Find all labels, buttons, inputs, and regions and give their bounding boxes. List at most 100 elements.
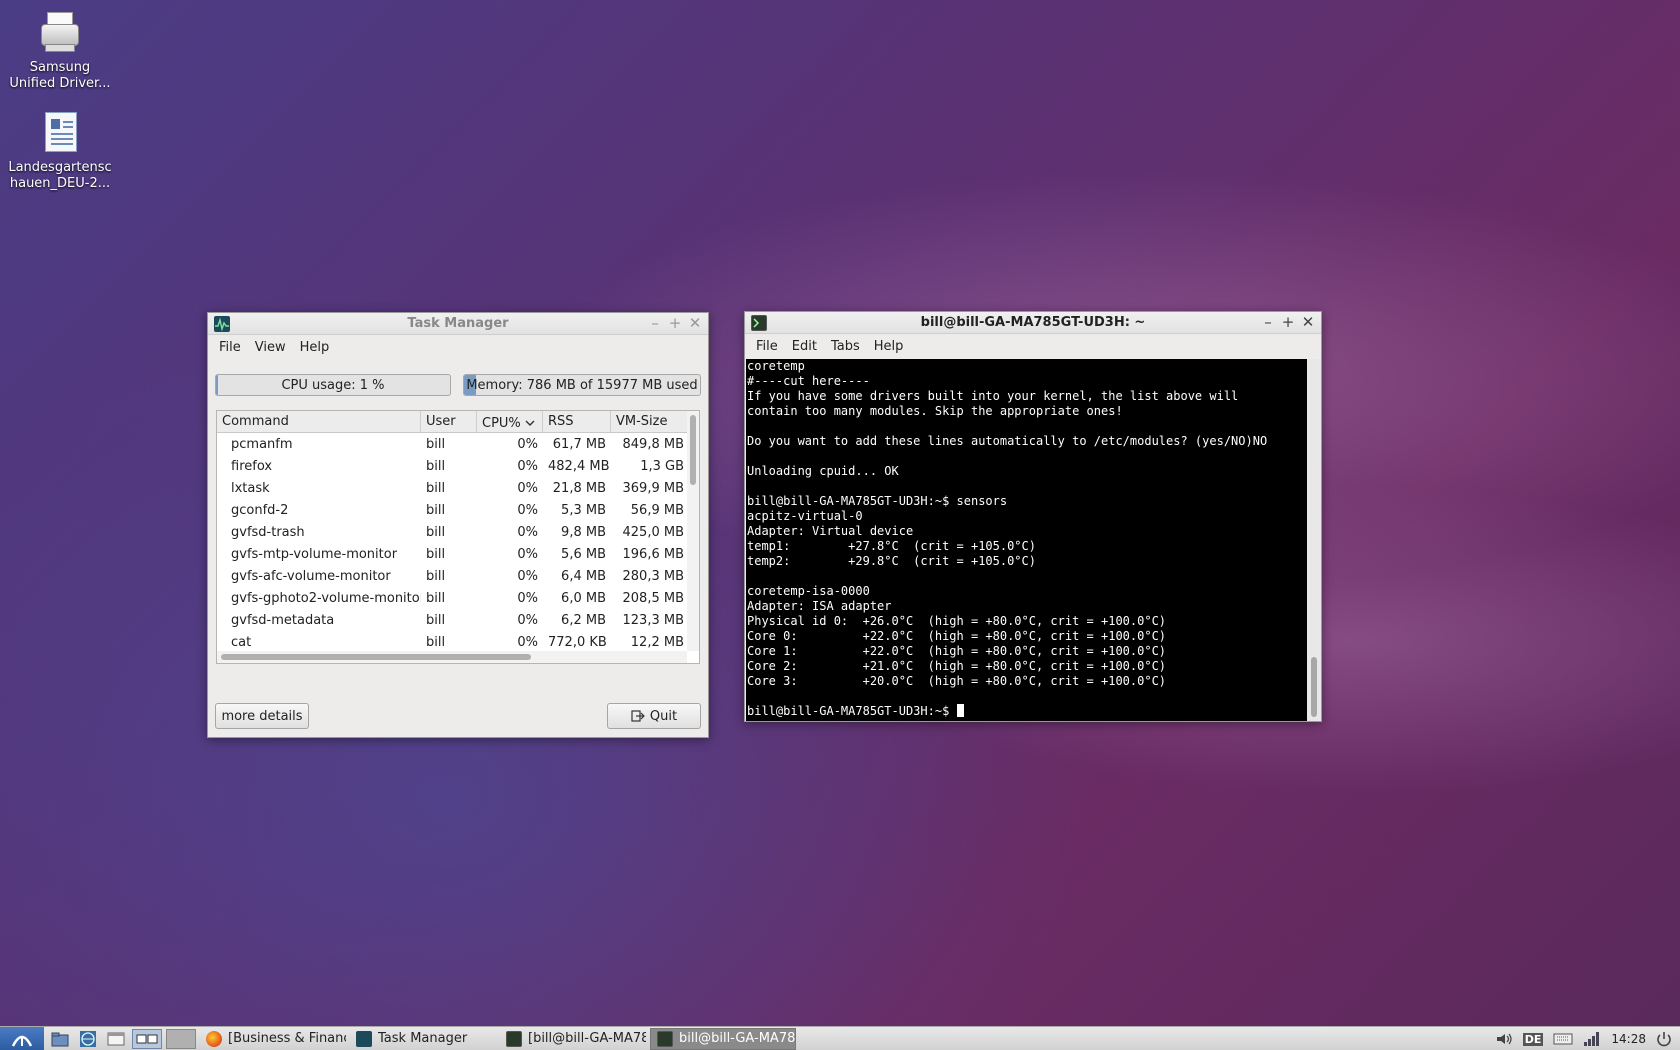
network-icon[interactable] [1583,1031,1601,1047]
cpu-usage-label: CPU usage: 1 % [281,378,385,393]
cell-cpu: 0% [517,458,538,474]
menu-file[interactable]: File [212,340,248,355]
cell-cpu: 0% [517,524,538,540]
more-details-label: more details [221,708,303,724]
cell-vm-size: 123,3 MB [622,612,684,628]
cell-rss: 61,7 MB [552,436,606,452]
column-command[interactable]: Command [217,411,421,432]
taskbar-task-terminal-2[interactable]: bill@bill-GA-MA785... [650,1027,796,1050]
table-row[interactable]: gvfs-mtp-volume-monitor bill 0% 5,6 MB 196,6… [217,543,699,565]
menu-view[interactable]: View [248,340,293,355]
menu-help[interactable]: Help [293,340,337,355]
terminal-line: Core 3: +20.0°C (high = +80.0°C, crit = … [747,674,1167,688]
terminal-line: Core 1: +22.0°C (high = +80.0°C, crit = … [747,644,1167,658]
maximize-icon[interactable]: + [668,314,682,332]
close-icon[interactable]: ✕ [1301,313,1315,331]
desktop-icon-samsung-driver[interactable]: Samsung Unified Driver... [5,10,115,92]
terminal-line: contain too many modules. Skip the appro… [747,404,1123,418]
cell-vm-size: 849,8 MB [622,436,684,452]
taskbar-task-label: Task Manager [378,1031,468,1046]
column-user[interactable]: User [421,411,477,432]
cell-cpu: 0% [517,568,538,584]
menu-edit[interactable]: Edit [785,339,824,354]
vertical-scrollbar[interactable] [687,411,699,651]
menu-tabs[interactable]: Tabs [824,339,867,354]
taskbar-task-terminal-1[interactable]: [bill@bill-GA-MA78... [500,1028,646,1050]
taskbar-task-label: bill@bill-GA-MA785... [679,1031,796,1046]
terminal-icon [506,1030,522,1047]
desktop-icon-label: hauen_DEU-2... [9,176,111,191]
terminal-line: bill@bill-GA-MA785GT-UD3H:~$ sensors [747,494,1008,508]
titlebar[interactable]: bill@bill-GA-MA785GT-UD3H: ~ – + ✕ [745,312,1321,334]
quit-button[interactable]: Quit [607,703,701,729]
table-row[interactable]: gconfd-2 bill 0% 5,3 MB 56,9 MB [217,499,699,521]
column-vm-size[interactable]: VM-Size [611,411,689,432]
document-icon [37,110,83,156]
firefox-icon [206,1030,222,1047]
table-row[interactable]: lxtask bill 0% 21,8 MB 369,9 MB [217,477,699,499]
volume-icon[interactable] [1495,1032,1513,1046]
desktop-icon-label: Landesgartensc [8,160,112,175]
table-row[interactable]: gvfsd-trash bill 0% 9,8 MB 425,0 MB [217,521,699,543]
cell-command: gvfsd-trash [231,524,305,540]
column-rss[interactable]: RSS [543,411,611,432]
menu-help[interactable]: Help [867,339,911,354]
power-icon[interactable] [1656,1031,1672,1047]
terminal-window: bill@bill-GA-MA785GT-UD3H: ~ – + ✕ File … [744,311,1322,722]
table-row[interactable]: gvfs-gphoto2-volume-monitor bill 0% 6,0 MB 2… [217,587,699,609]
terminal-prompt-line: bill@bill-GA-MA785GT-UD3H:~$ [747,704,1307,719]
maximize-icon[interactable]: + [1281,313,1295,331]
table-row[interactable]: gvfs-afc-volume-monitor bill 0% 6,4 MB 280,3… [217,565,699,587]
file-manager-launcher[interactable] [48,1029,72,1049]
horizontal-scrollbar[interactable] [217,651,687,663]
menubar: File View Help [208,335,708,359]
clock[interactable]: 14:28 [1611,1032,1646,1046]
titlebar[interactable]: Task Manager – + ✕ [208,313,708,335]
table-row[interactable]: cat bill 0% 772,0 KB 12,2 MB [217,631,699,653]
table-row[interactable]: pcmanfm bill 0% 61,7 MB 849,8 MB [217,433,699,455]
desktop-icon-label: Samsung [29,60,91,75]
terminal-output[interactable]: coretemp #----cut here---- If you have som… [746,359,1307,721]
cell-vm-size: 12,2 MB [630,634,684,650]
cell-vm-size: 1,3 GB [640,458,684,474]
workspace-1[interactable] [132,1028,162,1049]
start-menu-button[interactable] [0,1026,44,1050]
table-row[interactable]: firefox bill 0% 482,4 MB 1,3 GB [217,455,699,477]
globe-icon [80,1030,96,1047]
browser-launcher[interactable] [76,1029,100,1049]
keyboard-layout-indicator[interactable]: DE [1522,1032,1544,1046]
close-icon[interactable]: ✕ [688,314,702,332]
desktop-icon-landesgartenschauen[interactable]: Landesgartensc hauen_DEU-2... [5,110,115,192]
terminal-scrollbar[interactable] [1307,359,1321,721]
cell-user: bill [426,634,446,650]
terminal-line: temp1: +27.8°C (crit = +105.0°C) [747,539,1036,553]
window-title: bill@bill-GA-MA785GT-UD3H: ~ [920,315,1146,330]
window-icon [107,1032,125,1045]
column-cpu[interactable]: CPU% [477,411,543,432]
window-launcher[interactable] [104,1029,128,1049]
terminal-line: Do you want to add these lines automatic… [747,434,1268,448]
cell-command: gvfs-mtp-volume-monitor [231,546,398,562]
workspace-2[interactable] [166,1028,196,1049]
minimize-icon[interactable]: – [1261,313,1275,331]
table-header: Command User CPU% RSS VM-Size [217,411,699,433]
quit-icon [631,710,645,722]
keyboard-icon[interactable] [1553,1033,1573,1045]
cell-cpu: 0% [517,546,538,562]
cell-user: bill [426,502,446,518]
more-details-button[interactable]: more details [215,703,309,729]
menu-file[interactable]: File [749,339,785,354]
terminal-line: Adapter: Virtual device [747,524,914,538]
terminal-line: Adapter: ISA adapter [747,599,892,613]
cell-command: gvfs-afc-volume-monitor [231,568,391,584]
taskbar-task-firefox[interactable]: [Business & Financi... [200,1028,346,1050]
table-row[interactable]: gvfsd-metadata bill 0% 6,2 MB 123,3 MB [217,609,699,631]
minimize-icon[interactable]: – [648,314,662,332]
taskbar-task-task-manager[interactable]: Task Manager [350,1028,496,1050]
cell-cpu: 0% [517,634,538,650]
cell-user: bill [426,546,446,562]
cell-vm-size: 369,9 MB [622,480,684,496]
cell-rss: 9,8 MB [561,524,606,540]
